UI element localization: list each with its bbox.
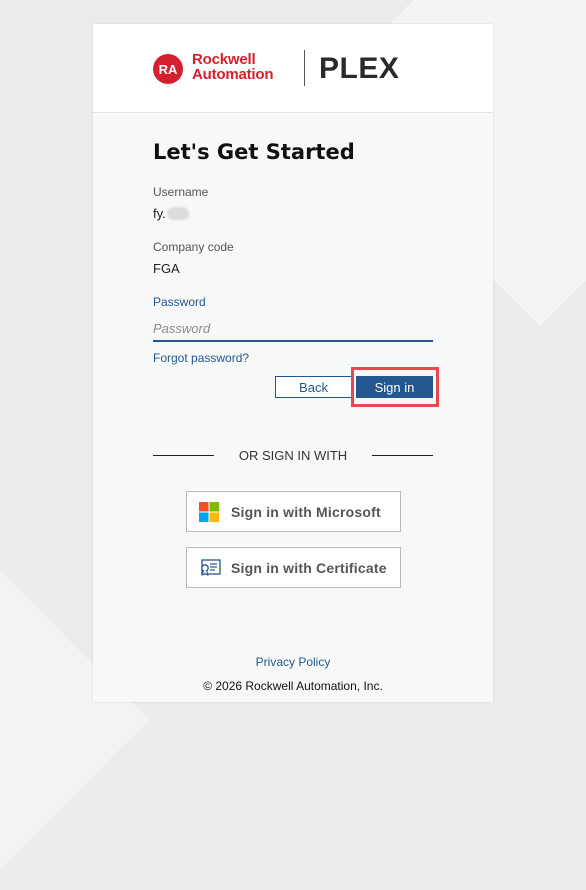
logo-divider xyxy=(304,50,305,86)
wordmark-line-2: Automation xyxy=(192,66,274,83)
rockwell-logo-icon: RA xyxy=(153,54,183,84)
redacted-blur xyxy=(166,207,189,220)
brand-header: RA Rockwell Automation PLEX xyxy=(93,24,493,113)
certificate-button-label: Sign in with Certificate xyxy=(231,560,387,576)
company-code-label: Company code xyxy=(153,240,234,254)
login-card: RA Rockwell Automation PLEX Let's Get St… xyxy=(93,24,493,702)
page-title: Let's Get Started xyxy=(153,140,355,164)
sign-in-microsoft-button[interactable]: Sign in with Microsoft xyxy=(186,491,401,532)
password-input[interactable] xyxy=(153,316,433,342)
username-label: Username xyxy=(153,185,209,199)
sign-in-certificate-button[interactable]: Sign in with Certificate xyxy=(186,547,401,588)
forgot-password-link[interactable]: Forgot password? xyxy=(153,351,249,365)
divider-line-right xyxy=(372,455,433,456)
rockwell-automation-wordmark: Rockwell Automation xyxy=(192,51,274,83)
sign-in-button[interactable]: Sign in xyxy=(356,376,433,398)
username-value: fy. xyxy=(153,206,189,221)
microsoft-logo-icon xyxy=(199,502,219,522)
logo-initials: RA xyxy=(159,62,178,77)
or-sign-in-with-text: OR SIGN IN WITH xyxy=(238,448,348,463)
username-text: fy. xyxy=(153,206,166,221)
wordmark-line-1: Rockwell xyxy=(192,51,256,68)
company-code-value: FGA xyxy=(153,261,180,276)
certificate-icon xyxy=(201,559,221,577)
microsoft-button-label: Sign in with Microsoft xyxy=(231,504,381,520)
back-button[interactable]: Back xyxy=(275,376,352,398)
copyright-text: © 2026 Rockwell Automation, Inc. xyxy=(203,679,383,693)
password-label: Password xyxy=(153,295,206,309)
plex-logo: PLEX xyxy=(319,52,400,85)
privacy-policy-link[interactable]: Privacy Policy xyxy=(93,655,493,669)
